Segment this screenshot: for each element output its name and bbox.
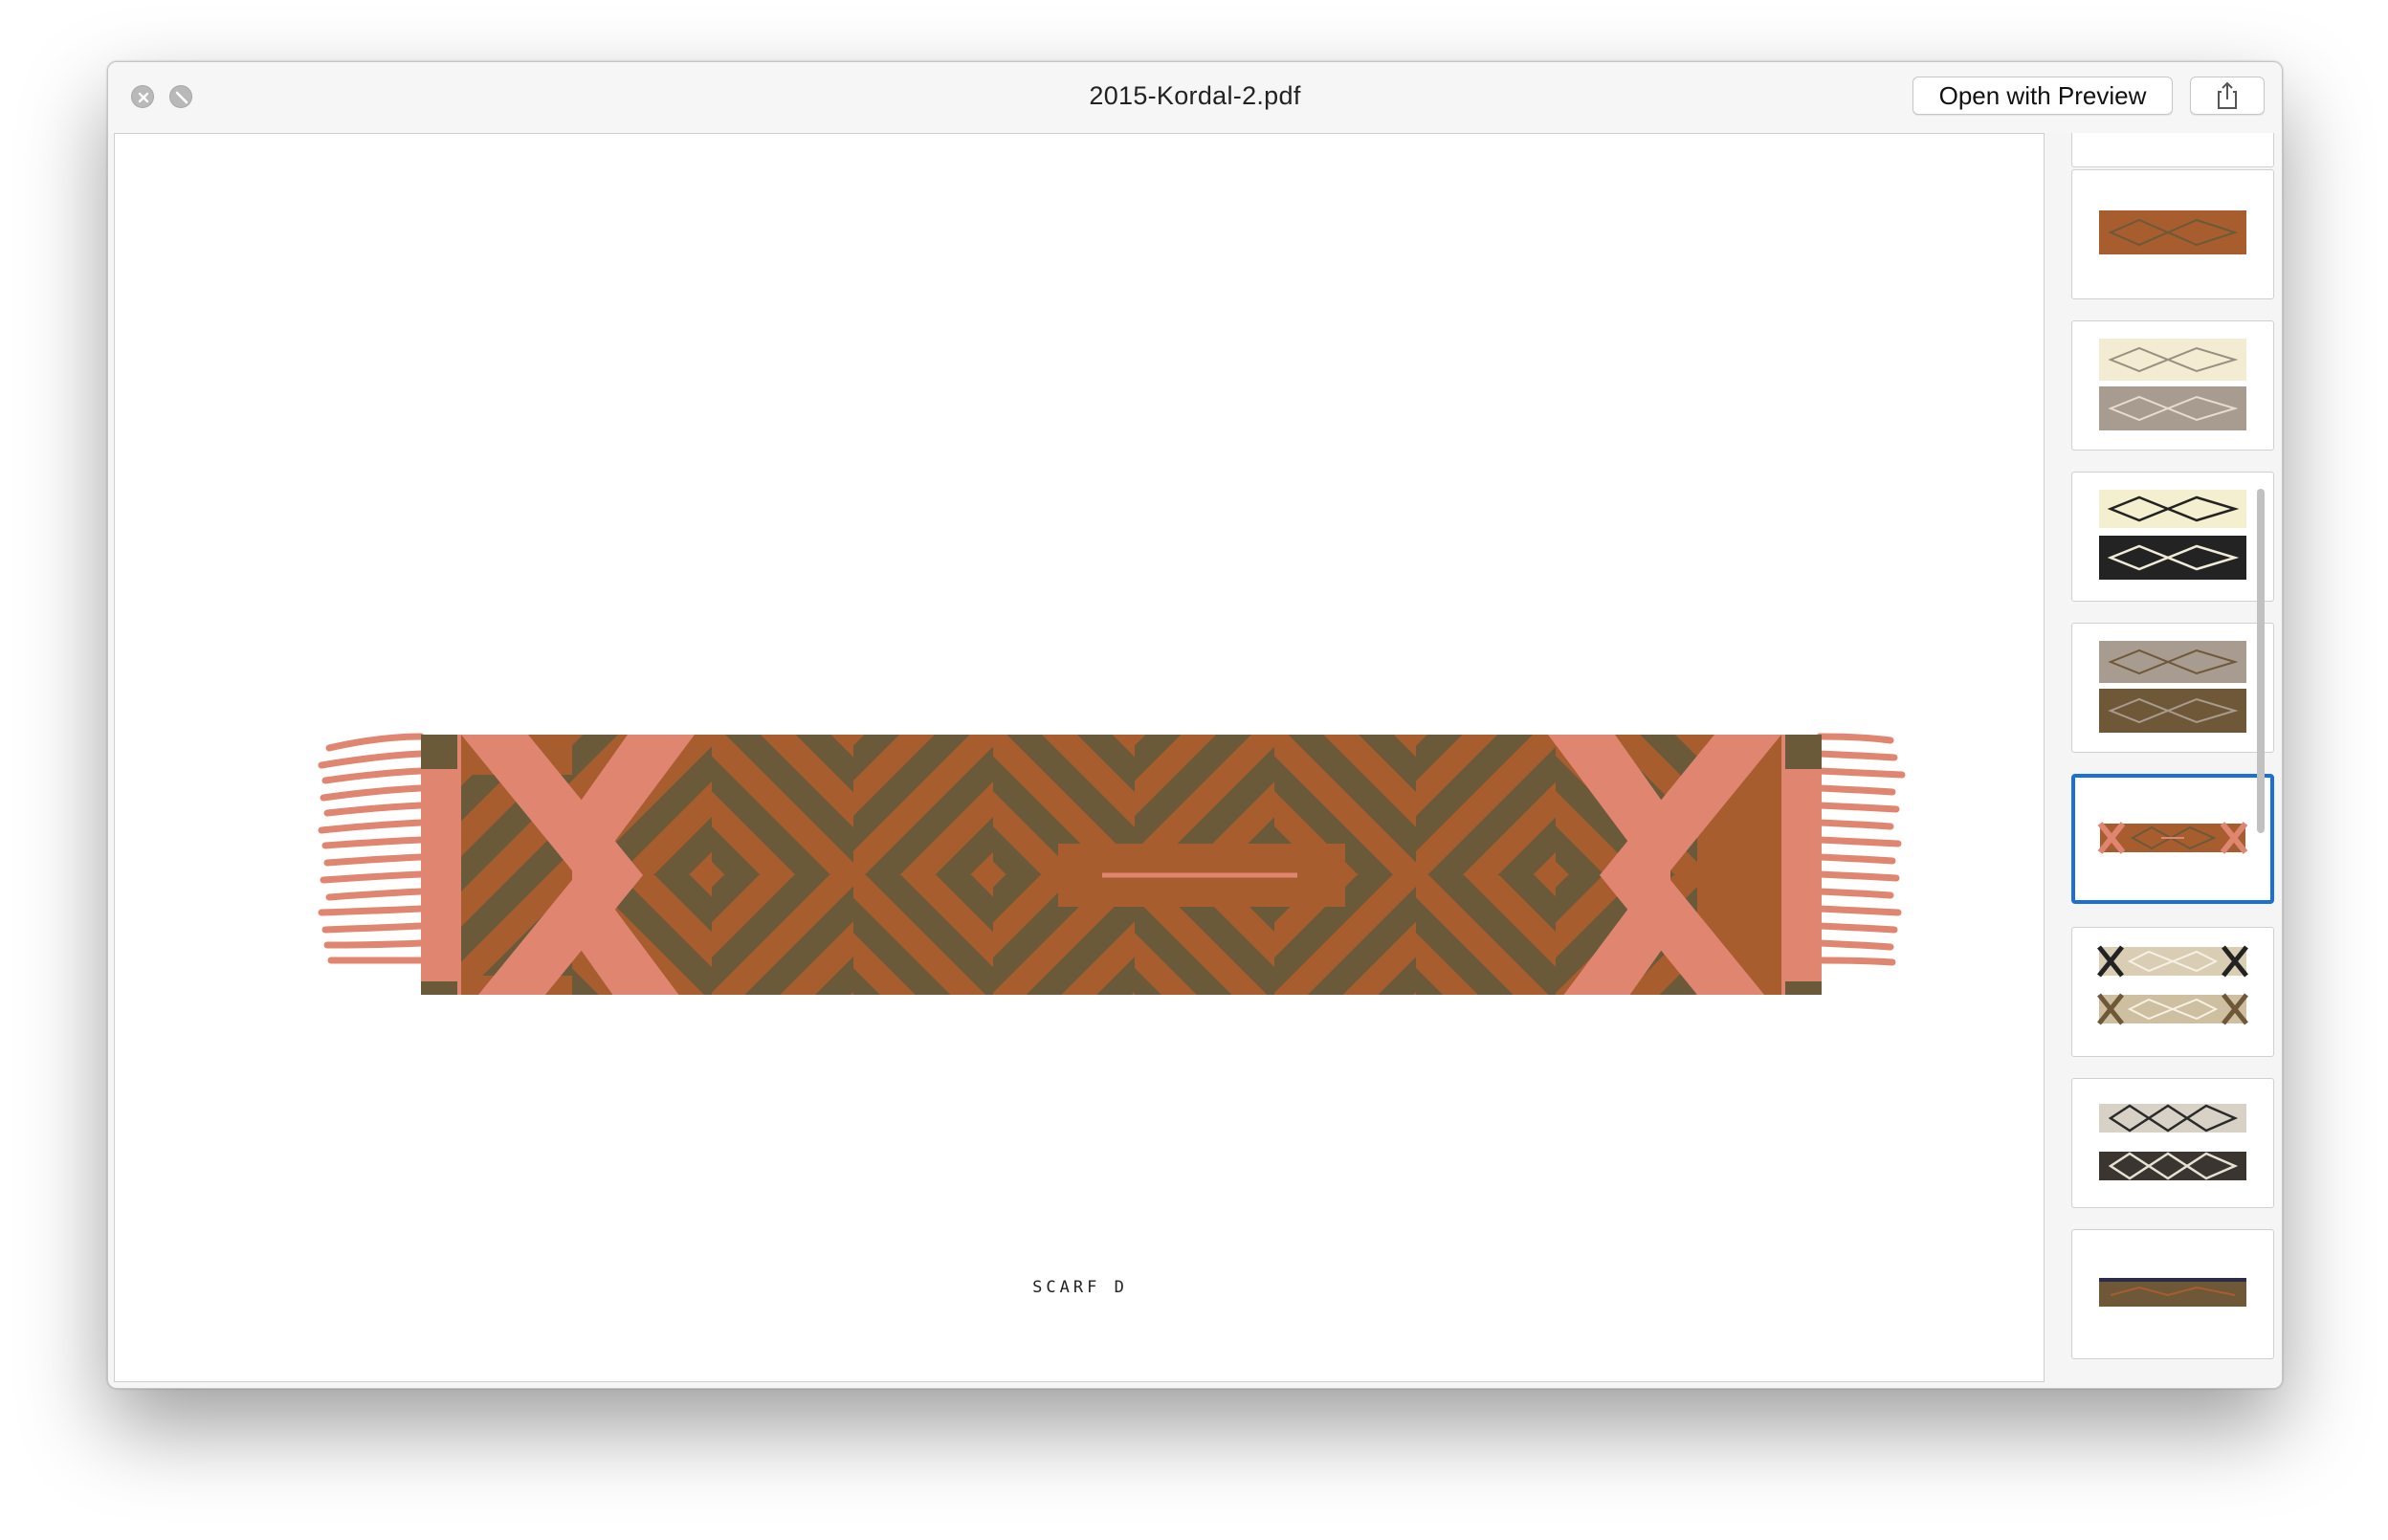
thumbnail-preview (2099, 339, 2246, 430)
document-page: SCARF D (114, 133, 2045, 1382)
right-fringe (1816, 733, 1906, 966)
thumbnail-preview (2099, 641, 2246, 733)
page-thumbnail[interactable] (2071, 133, 2274, 167)
page-thumbnail[interactable] (2071, 927, 2274, 1057)
scarf-body (421, 735, 1822, 995)
thumbnail-preview (2099, 1104, 2246, 1180)
thumbnail-sidebar[interactable] (2045, 133, 2282, 1388)
left-fringe (318, 733, 425, 964)
scarf-illustration (318, 733, 1906, 995)
page-thumbnail[interactable] (2071, 472, 2274, 602)
page-thumbnail[interactable] (2071, 623, 2274, 753)
thumbnail-preview (2099, 210, 2246, 254)
page-thumbnail[interactable] (2071, 320, 2274, 451)
open-with-preview-button[interactable]: Open with Preview (1913, 77, 2173, 115)
quick-look-window: 2015-Kordal-2.pdf Open with Preview SCAR… (107, 61, 2283, 1389)
page-thumbnail[interactable] (2071, 169, 2274, 299)
thumbnail-preview (2097, 822, 2248, 854)
thumbnail-preview (2099, 1278, 2246, 1307)
share-button[interactable] (2190, 77, 2265, 115)
page-caption: SCARF D (1032, 1278, 1128, 1297)
page-thumbnail[interactable] (2071, 1229, 2274, 1359)
page-thumbnail-selected[interactable] (2071, 774, 2274, 904)
share-icon (2218, 81, 2237, 109)
thumbnail-preview (2099, 490, 2246, 580)
title-bar: 2015-Kordal-2.pdf Open with Preview (108, 62, 2282, 133)
thumbnail-preview (2097, 945, 2248, 1025)
sidebar-scrollbar[interactable] (2257, 489, 2265, 833)
page-thumbnail[interactable] (2071, 1078, 2274, 1208)
